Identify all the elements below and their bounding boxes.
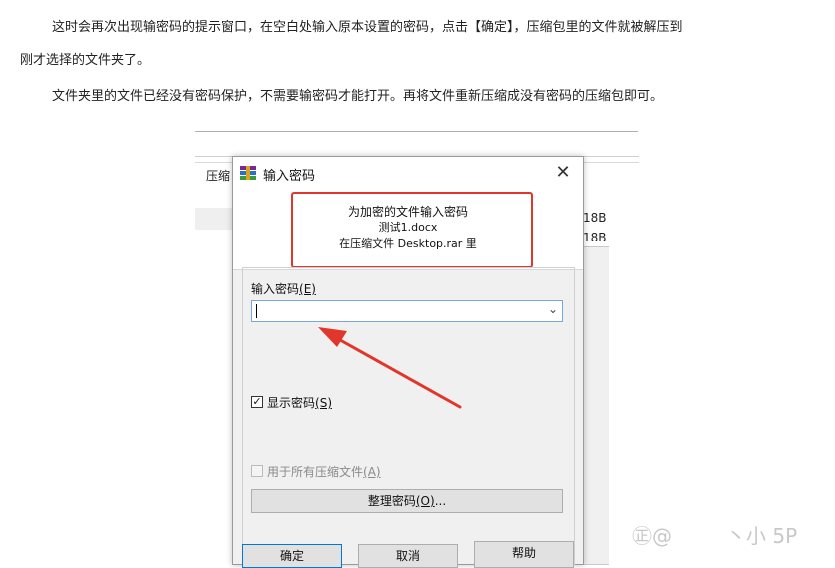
background-selected-row bbox=[195, 208, 235, 230]
article-paragraph-2: 文件夹里的文件已经没有密码保护，不需要输密码才能打开。再将文件重新压缩成没有密码… bbox=[52, 89, 664, 104]
organize-passwords-button[interactable]: 整理密码(O)... bbox=[251, 489, 563, 513]
password-input[interactable]: ⌄ bbox=[251, 300, 563, 322]
password-dialog: 输入密码 ✕ 为加密的文件输入密码 测试1.docx 在压缩文件 Desktop… bbox=[232, 156, 584, 568]
background-file-size-2: 18B bbox=[583, 231, 607, 241]
background-file-size-1: 18B bbox=[583, 211, 607, 225]
chevron-down-icon[interactable]: ⌄ bbox=[548, 302, 558, 316]
all-archives-label[interactable]: 用于所有压缩文件(A) bbox=[267, 463, 381, 480]
watermark-right: 丶小 5P bbox=[726, 524, 798, 548]
ok-button[interactable]: 确定 bbox=[242, 544, 342, 568]
article-paragraph-1-line-2: 刚才选择的文件夹了。 bbox=[20, 53, 151, 68]
organize-suffix: ... bbox=[434, 494, 447, 508]
text-caret bbox=[256, 304, 257, 318]
show-password-checkbox[interactable]: ✓ bbox=[251, 396, 263, 408]
close-icon: ✕ bbox=[555, 162, 571, 183]
cancel-button[interactable]: 取消 bbox=[358, 544, 458, 568]
show-password-accel: (S) bbox=[315, 396, 332, 410]
organize-text: 整理密码 bbox=[367, 494, 416, 508]
highlight-box bbox=[291, 192, 533, 268]
show-password-text: 显示密码 bbox=[267, 396, 316, 410]
all-archives-accel: (A) bbox=[363, 465, 381, 479]
dialog-titlebar: 输入密码 ✕ bbox=[233, 157, 583, 189]
close-button[interactable]: ✕ bbox=[551, 161, 575, 185]
show-password-label[interactable]: 显示密码(S) bbox=[267, 394, 332, 411]
all-archives-checkbox[interactable] bbox=[251, 465, 263, 477]
password-label: 输入密码(E) bbox=[251, 280, 316, 297]
winrar-icon bbox=[240, 166, 256, 180]
dialog-title: 输入密码 bbox=[263, 169, 316, 184]
article-paragraph-1-line-1: 这时会再次出现输密码的提示窗口，在空白处输入原本设置的密码，点击【确定】，压缩包… bbox=[52, 20, 683, 35]
all-archives-text: 用于所有压缩文件 bbox=[267, 465, 364, 479]
help-button[interactable]: 帮助 bbox=[474, 541, 574, 568]
background-window-label: 压缩 bbox=[206, 169, 231, 183]
divider-line bbox=[195, 131, 638, 132]
organize-accel: (O) bbox=[415, 494, 435, 508]
password-label-accel: (E) bbox=[299, 282, 316, 296]
watermark-left: ㊣@ bbox=[632, 524, 672, 548]
password-label-text: 输入密码 bbox=[251, 282, 300, 296]
